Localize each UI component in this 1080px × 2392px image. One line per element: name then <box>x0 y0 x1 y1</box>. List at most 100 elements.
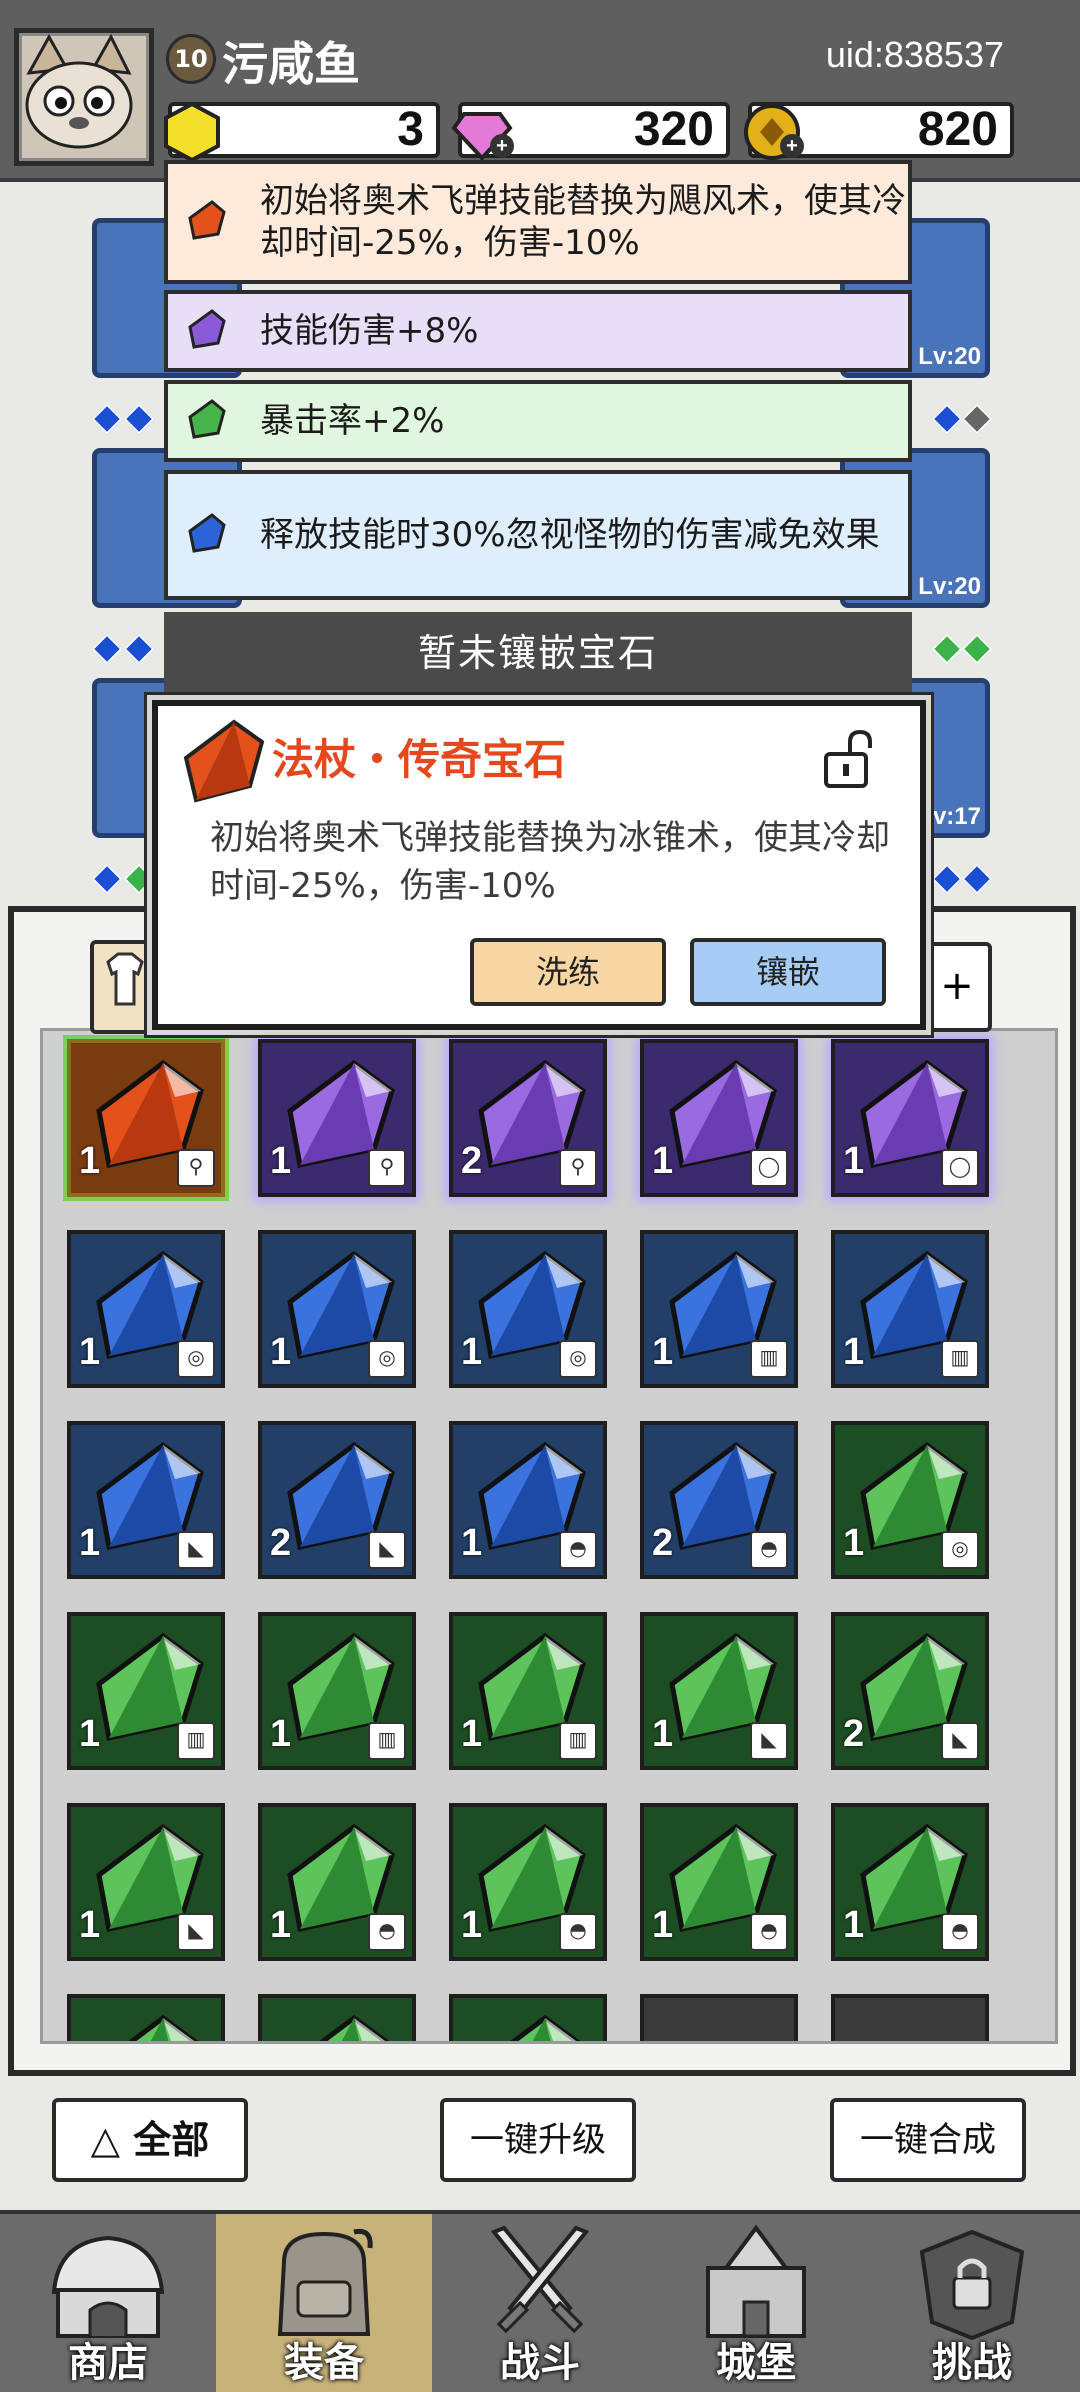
add-diamond-icon[interactable]: + <box>490 134 514 158</box>
socket-diamond-icon <box>123 863 155 895</box>
ring-slot-icon: ◯ <box>750 1149 788 1187</box>
one-click-merge-button[interactable]: 一键合成 <box>830 2098 1026 2182</box>
backpack-icon <box>277 2228 373 2336</box>
resource-diamond[interactable]: + 320 <box>451 102 730 161</box>
socket-diamond-icon <box>123 403 155 435</box>
gem-effect-text: 技能伤害+8% <box>260 311 479 351</box>
add-gold-icon[interactable]: + <box>780 134 804 158</box>
gem-cell[interactable]: 1 ◓ <box>831 1803 989 1961</box>
gem-cell[interactable]: 1 ◎ <box>831 1421 989 1579</box>
gem-cell[interactable]: 1 ▥ <box>67 1612 225 1770</box>
gem-count: 1 <box>79 1713 101 1755</box>
gem-cell[interactable]: 1 ▥ <box>640 1230 798 1388</box>
gem-cell[interactable]: 1 ▥ <box>258 1612 416 1770</box>
resource-value: 320 <box>633 103 714 156</box>
socket-diamond-icon <box>91 633 123 665</box>
armor-slot-icon: ▥ <box>177 1722 215 1760</box>
gem-count: 1 <box>270 1331 292 1373</box>
gem-cell[interactable]: 1 ⚲ <box>258 1039 416 1197</box>
gem-cell[interactable] <box>67 1994 225 2041</box>
top-bar: 10 污咸鱼 uid:838537 3 + 320 + 820 <box>0 0 1080 182</box>
gem-cell[interactable]: 1 ▥ <box>831 1230 989 1388</box>
gem-effect-legendary: 初始将奥术飞弹技能替换为飓风术，使其冷却时间-25%，伤害-10% <box>164 160 912 284</box>
gem-count: 1 <box>843 1140 865 1182</box>
nav-shop[interactable]: 商店 <box>0 2214 216 2392</box>
locked-challenge-icon <box>919 2229 1025 2341</box>
helmet-slot-icon: ◓ <box>559 1913 597 1951</box>
green-gem-icon <box>319 2014 390 2041</box>
armor-slot-icon: ▥ <box>368 1722 406 1760</box>
gem-cell[interactable]: 1 ◎ <box>258 1230 416 1388</box>
resource-value: 3 <box>397 103 424 156</box>
triangle-up-icon: △ <box>90 2118 120 2162</box>
gem-count: 1 <box>652 1331 674 1373</box>
gem-cell[interactable]: 1 ◓ <box>449 1421 607 1579</box>
staff-slot-icon: ⚲ <box>559 1149 597 1187</box>
gem-cell[interactable]: 1 ◣ <box>67 1803 225 1961</box>
gem-cell[interactable]: 2 ◓ <box>640 1421 798 1579</box>
gem-cell[interactable]: 1 ◓ <box>258 1803 416 1961</box>
nav-equipment[interactable]: 装备 <box>216 2214 432 2392</box>
gem-effect-green: 暴击率+2% <box>164 380 912 462</box>
gem-cell[interactable]: 1 ◎ <box>67 1230 225 1388</box>
helmet-slot-icon: ◓ <box>941 1913 979 1951</box>
gem-cell[interactable]: 1 ◓ <box>449 1803 607 1961</box>
gem-cell[interactable] <box>258 1994 416 2041</box>
socket-diamond-icon <box>961 633 993 665</box>
gem-cell[interactable]: 2 ◣ <box>831 1612 989 1770</box>
boots-slot-icon: ◣ <box>368 1531 406 1569</box>
inlay-button[interactable]: 镶嵌 <box>690 938 886 1006</box>
orange-gem-icon <box>188 200 226 240</box>
sort-tab[interactable]: + <box>922 942 992 1032</box>
gem-cell[interactable]: 2 ⚲ <box>449 1039 607 1197</box>
equipment-level: Lv:20 <box>918 343 981 370</box>
helmet-slot-icon: ◓ <box>750 1531 788 1569</box>
gem-count: 1 <box>461 1713 483 1755</box>
armor-slot-icon: ▥ <box>559 1722 597 1760</box>
player-avatar[interactable] <box>14 28 154 166</box>
gem-count: 1 <box>79 1904 101 1946</box>
resource-gold[interactable]: + 820 <box>744 102 1014 160</box>
gem-cell[interactable]: 1 ◣ <box>640 1612 798 1770</box>
gem-count: 1 <box>843 1904 865 1946</box>
gem-cell[interactable]: 1 ◯ <box>640 1039 798 1197</box>
legendary-gem-icon <box>183 719 265 803</box>
unlock-icon[interactable] <box>820 728 880 790</box>
gem-cell[interactable]: 1 ◓ <box>640 1803 798 1961</box>
helmet-slot-icon: ◓ <box>368 1913 406 1951</box>
nav-castle[interactable]: 城堡 <box>648 2214 864 2392</box>
gem-count: 1 <box>843 1331 865 1373</box>
gem-cell[interactable] <box>831 1994 989 2041</box>
nav-battle[interactable]: 战斗 <box>432 2214 648 2392</box>
gem-cell[interactable]: 1 ▥ <box>449 1612 607 1770</box>
gem-cell[interactable] <box>640 1994 798 2041</box>
nav-label: 挑战 <box>932 2340 1012 2386</box>
one-click-upgrade-button[interactable]: 一键升级 <box>440 2098 636 2182</box>
nav-challenge[interactable]: 挑战 <box>864 2214 1080 2392</box>
gem-count: 2 <box>270 1522 292 1564</box>
refine-button[interactable]: 洗练 <box>470 938 666 1006</box>
gem-cell[interactable]: 1 ⚲ <box>67 1039 225 1197</box>
bottom-nav: 商店 装备 战斗 城堡 挑战 <box>0 2210 1080 2392</box>
socket-diamond-icon <box>961 403 993 435</box>
gem-description: 初始将奥术飞弹技能替换为冰锥术，使其冷却时间-25%，伤害-10% <box>210 818 890 906</box>
gem-cell[interactable]: 1 ◯ <box>831 1039 989 1197</box>
gem-cell[interactable]: 1 ◣ <box>67 1421 225 1579</box>
nav-label: 装备 <box>284 2340 364 2386</box>
resource-value: 820 <box>917 103 998 156</box>
crossed-swords-icon <box>490 2225 590 2334</box>
amulet-slot-icon: ◎ <box>559 1340 597 1378</box>
gem-cell[interactable]: 2 ◣ <box>258 1421 416 1579</box>
socket-diamond-icon <box>91 403 123 435</box>
yellow-hexagon-icon <box>164 101 220 163</box>
purple-gem-icon <box>188 309 226 349</box>
gem-cell[interactable] <box>449 1994 607 2041</box>
gem-effect-text: 暴击率+2% <box>260 401 445 441</box>
gem-count: 1 <box>270 1713 292 1755</box>
green-gem-icon <box>128 2014 199 2041</box>
gem-count: 1 <box>652 1713 674 1755</box>
gem-cell[interactable]: 1 ◎ <box>449 1230 607 1388</box>
equipment-level: Lv:17 <box>918 803 981 830</box>
resource-hexagon-coin[interactable]: 3 <box>164 101 440 163</box>
filter-all-button[interactable]: △ 全部 <box>52 2098 248 2182</box>
